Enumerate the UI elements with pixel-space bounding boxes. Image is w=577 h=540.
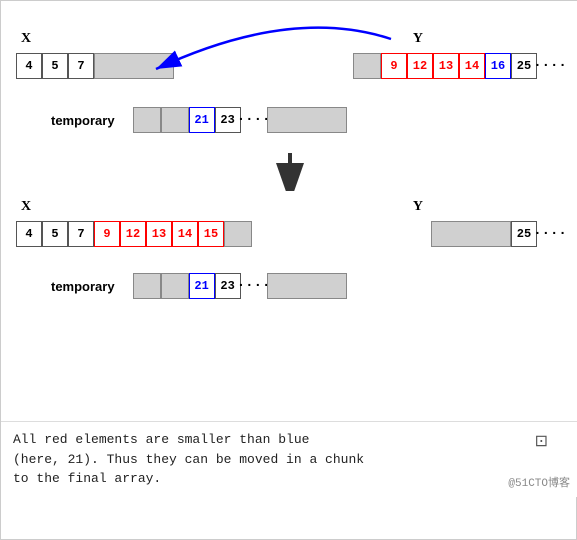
top-x-array: 4 5 7	[16, 53, 174, 79]
description-area: ⊡ All red elements are smaller than blue…	[1, 421, 577, 497]
b-cell-15: 15	[198, 221, 224, 247]
down-arrow	[272, 151, 308, 195]
b-cell-7: 7	[68, 221, 94, 247]
temp-gray-2	[161, 107, 189, 133]
cell-dots-y-top: ····	[537, 53, 563, 79]
temp-dots-top: ····	[241, 107, 267, 133]
temp-b-gray-1	[133, 273, 161, 299]
top-y-array: 9 12 13 14 16 25 ····	[353, 53, 563, 79]
temp-b-wide	[267, 273, 347, 299]
temp-gray-1	[133, 107, 161, 133]
b-cell-9: 9	[94, 221, 120, 247]
temp-label-top: temporary	[51, 113, 115, 128]
text-line2: (here, 21). Thus they can be moved in a …	[13, 450, 566, 470]
cell-5: 5	[42, 53, 68, 79]
diagram-area: X Y 4 5 7 9 12 13 14 16 25 ···· temporar…	[1, 1, 577, 421]
cell-16: 16	[485, 53, 511, 79]
watermark: @51CTO博客	[508, 476, 570, 493]
b-cell-12: 12	[120, 221, 146, 247]
text-line3: to the final array.	[13, 469, 566, 489]
bottom-temp-row: temporary 21 23 ····	[51, 273, 347, 299]
b-cell-13: 13	[146, 221, 172, 247]
temp-b-cell-21: 21	[189, 273, 215, 299]
temp-cell-21-top: 21	[189, 107, 215, 133]
down-arrow-svg	[272, 151, 308, 191]
temp-label-bottom: temporary	[51, 279, 115, 294]
temp-wide-top	[267, 107, 347, 133]
b-cell-dots-y: ····	[537, 221, 563, 247]
bottom-y-array: 25 ····	[431, 221, 563, 247]
cell-7: 7	[68, 53, 94, 79]
cell-gray-y	[353, 53, 381, 79]
bottom-y-label: Y	[413, 199, 423, 215]
bottom-x-array: 4 5 7 9 12 13 14 15	[16, 221, 252, 247]
b-cell-4: 4	[16, 221, 42, 247]
cell-wide-x	[94, 53, 174, 79]
cell-14: 14	[459, 53, 485, 79]
b-cell-14: 14	[172, 221, 198, 247]
temp-b-gray-2	[161, 273, 189, 299]
text-line1: All red elements are smaller than blue	[13, 430, 566, 450]
b-cell-wide-y	[431, 221, 511, 247]
temp-b-dots: ····	[241, 273, 267, 299]
b-cell-gray	[224, 221, 252, 247]
cell-9: 9	[381, 53, 407, 79]
cell-13: 13	[433, 53, 459, 79]
b-cell-5: 5	[42, 221, 68, 247]
top-y-label: Y	[413, 31, 423, 47]
top-x-label: X	[21, 31, 31, 47]
cell-12: 12	[407, 53, 433, 79]
top-temp-row: temporary 21 23 ····	[51, 107, 347, 133]
cell-4: 4	[16, 53, 42, 79]
bottom-x-label: X	[21, 199, 31, 215]
copy-icon: ⊡	[535, 430, 548, 454]
